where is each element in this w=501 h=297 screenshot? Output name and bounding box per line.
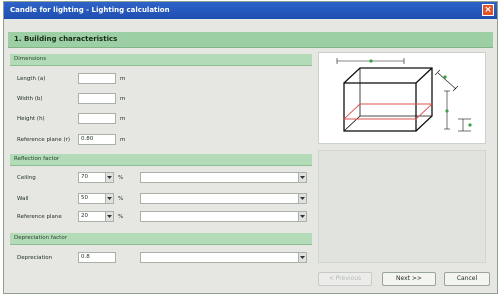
wall-material-select[interactable] — [140, 193, 307, 204]
room-dimensions-diagram-icon — [336, 58, 472, 132]
reference-plane-label: Reference plane — [17, 214, 62, 220]
height-label: Height (h) — [17, 116, 45, 122]
next-button[interactable]: Next >> — [382, 272, 436, 286]
depreciation-label: Depreciation — [17, 255, 53, 261]
wall-reflection-value: 50 — [81, 195, 88, 201]
info-area — [318, 150, 486, 263]
chevron-down-icon — [105, 212, 113, 221]
width-input[interactable] — [78, 93, 116, 104]
close-icon: × — [484, 5, 492, 15]
width-unit: m — [120, 96, 126, 102]
ceiling-label: Ceiling — [17, 175, 36, 181]
length-label: Length (a) — [17, 76, 46, 82]
title-bar: Candle for lighting - Lighting calculati… — [4, 2, 497, 19]
wall-label: Wall — [17, 196, 29, 202]
height-input[interactable] — [78, 113, 116, 124]
page-title: 1. Building characteristics — [14, 35, 118, 43]
cancel-button[interactable]: Cancel — [444, 272, 490, 286]
group-header-dimensions: Dimensions — [10, 54, 312, 66]
chevron-down-icon — [298, 212, 306, 221]
reference-plane-height-unit: m — [120, 137, 126, 143]
chevron-down-icon — [298, 253, 306, 262]
depreciation-input[interactable]: 0.8 — [78, 252, 116, 263]
wall-unit: % — [118, 196, 124, 202]
chevron-down-icon — [298, 194, 306, 203]
chevron-down-icon — [105, 194, 113, 203]
group-title-dimensions: Dimensions — [14, 56, 47, 62]
reference-plane-unit: % — [118, 214, 124, 220]
section-header-building: 1. Building characteristics — [8, 32, 493, 48]
reference-plane-height-label: Reference plane (r) — [17, 137, 71, 143]
reference-plane-material-select[interactable] — [140, 211, 307, 222]
width-label: Width (b) — [17, 96, 43, 102]
depreciation-select[interactable] — [140, 252, 307, 263]
ceiling-reflection-select[interactable]: 70 — [78, 172, 114, 183]
ceiling-material-select[interactable] — [140, 172, 307, 183]
group-header-reflection: Reflection factor — [10, 154, 312, 166]
room-diagram-panel — [318, 52, 486, 144]
previous-button[interactable]: < Previous — [318, 272, 372, 286]
length-unit: m — [120, 76, 126, 82]
ceiling-reflection-value: 70 — [81, 174, 88, 180]
group-title-depreciation: Depreciation factor — [14, 235, 67, 241]
window-title: Candle for lighting - Lighting calculati… — [10, 6, 170, 14]
reference-plane-reflection-value: 20 — [81, 213, 88, 219]
height-unit: m — [120, 116, 126, 122]
group-title-reflection: Reflection factor — [14, 156, 60, 162]
group-header-depreciation: Depreciation factor — [10, 233, 312, 245]
ceiling-unit: % — [118, 175, 124, 181]
reference-plane-height-input[interactable]: 0.80 — [78, 134, 116, 145]
close-button[interactable]: × — [482, 4, 494, 16]
chevron-down-icon — [298, 173, 306, 182]
length-input[interactable] — [78, 73, 116, 84]
chevron-down-icon — [105, 173, 113, 182]
wall-reflection-select[interactable]: 50 — [78, 193, 114, 204]
reference-plane-reflection-select[interactable]: 20 — [78, 211, 114, 222]
